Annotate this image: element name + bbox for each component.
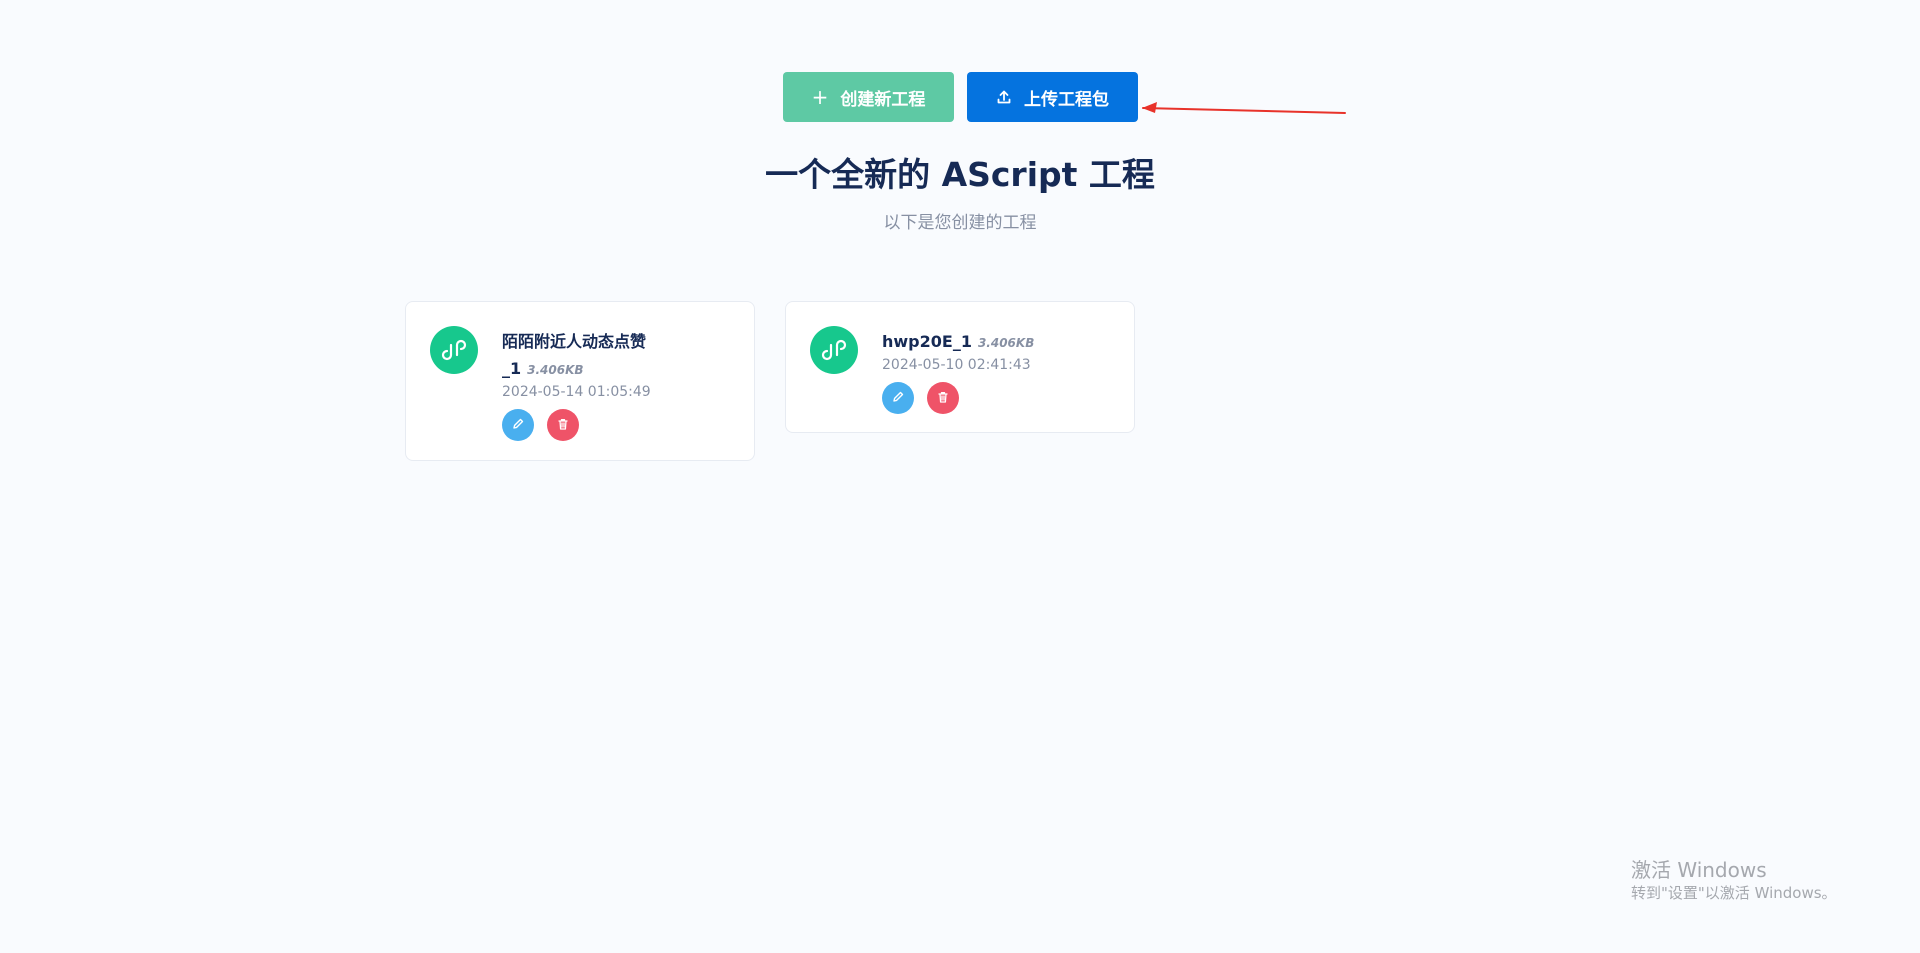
page-subtitle: 以下是您创建的工程 [883, 213, 1037, 233]
plus-icon: + [811, 85, 829, 109]
project-card-body: hwp20E_1 3.406KB 2024-05-10 02:41:43 [882, 328, 1114, 414]
page-title: 一个全新的 AScript 工程 [765, 155, 1155, 194]
edit-project-button[interactable] [502, 409, 534, 441]
edit-project-button[interactable] [882, 382, 914, 414]
project-card-body: 陌陌附近人动态点赞_1 3.406KB 2024-05-14 01:05:49 [502, 328, 734, 441]
create-project-label: 创建新工程 [840, 89, 926, 110]
create-project-button[interactable]: + 创建新工程 [783, 72, 954, 122]
upload-package-button[interactable]: 上传工程包 [967, 72, 1138, 122]
mini-program-link-icon [430, 326, 478, 374]
project-actions [882, 382, 1114, 414]
project-card[interactable]: hwp20E_1 3.406KB 2024-05-10 02:41:43 [785, 301, 1135, 433]
toolbar: + 创建新工程 上传工程包 [783, 72, 1138, 122]
delete-project-button[interactable] [547, 409, 579, 441]
project-actions [502, 409, 734, 441]
upload-package-label: 上传工程包 [1024, 89, 1109, 110]
pencil-icon [511, 417, 525, 434]
delete-project-button[interactable] [927, 382, 959, 414]
page: + 创建新工程 上传工程包 一个全新的 AScript 工程 以下是您创建的工程 [0, 0, 1920, 953]
project-date: 2024-05-10 02:41:43 [882, 357, 1031, 373]
upload-icon [996, 89, 1012, 105]
project-size: 3.406KB [977, 336, 1035, 350]
trash-icon [936, 390, 950, 407]
project-title-line: hwp20E_1 3.406KB [882, 328, 1114, 355]
trash-icon [556, 417, 570, 434]
project-title-line: 陌陌附近人动态点赞_1 3.406KB [502, 328, 652, 382]
pencil-icon [891, 390, 905, 407]
windows-activation-watermark: 激活 Windows 转到"设置"以激活 Windows。 [1631, 857, 1837, 903]
project-card[interactable]: 陌陌附近人动态点赞_1 3.406KB 2024-05-14 01:05:49 [405, 301, 755, 461]
project-name: hwp20E_1 [882, 332, 972, 351]
watermark-subtitle: 转到"设置"以激活 Windows。 [1631, 884, 1837, 902]
watermark-title: 激活 Windows [1631, 858, 1767, 882]
mini-program-link-icon [810, 326, 858, 374]
red-arrow-icon [1142, 102, 1346, 114]
project-date: 2024-05-14 01:05:49 [502, 384, 651, 400]
project-size: 3.406KB [527, 363, 584, 377]
